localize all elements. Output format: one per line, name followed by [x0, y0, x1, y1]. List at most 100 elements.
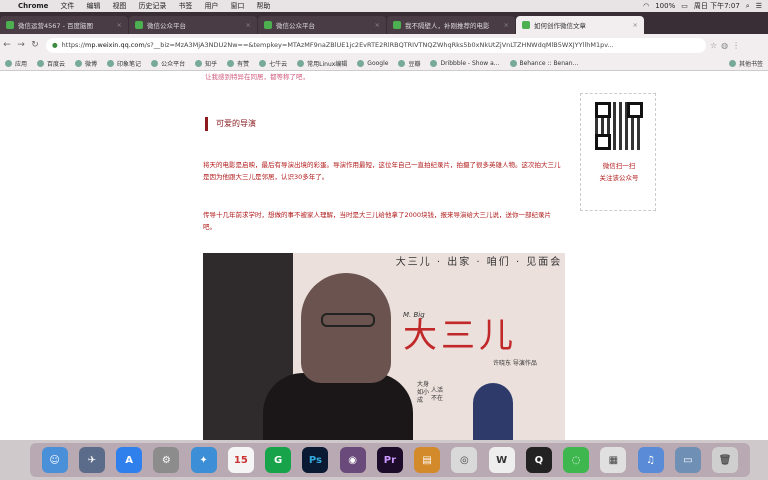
launchpad-icon[interactable]: ✈	[78, 447, 105, 473]
qr-caption-line1: 微信扫一扫	[602, 162, 636, 170]
lock-icon: ●	[52, 41, 58, 49]
bookmark-label: Dribbble - Show a...	[440, 59, 500, 67]
app-store-icon[interactable]: A	[116, 447, 143, 473]
bookmark-favicon-icon	[398, 59, 406, 67]
poster-header-text: 大三儿 · 出家 · 咱们 · 见面会	[395, 257, 563, 268]
poster-figure	[473, 383, 513, 440]
bookmark-favicon-icon	[227, 59, 235, 67]
bookmark-favicon-icon	[37, 59, 45, 67]
bookmark-label: Google	[367, 59, 389, 67]
grammarly-icon[interactable]: G	[265, 447, 292, 473]
menu-bookmarks[interactable]: 书签	[172, 1, 198, 11]
back-icon[interactable]: ←	[0, 40, 14, 50]
poster-vertical-text: 人活不在	[431, 387, 444, 402]
tab-favicon-icon	[135, 21, 143, 29]
url-protocol: https://	[61, 41, 85, 49]
bookmark-mp-platform[interactable]: 公众平台	[146, 59, 190, 68]
bookmark-label: 百度云	[47, 60, 66, 68]
preview-icon[interactable]: ◉	[339, 447, 366, 473]
keynote-icon[interactable]: ▤	[414, 447, 441, 473]
wechat-icon[interactable]: ◌	[563, 447, 590, 473]
menu-bar: Chrome 文件 编辑 视图 历史记录 书签 用户 窗口 帮助 ◠ 100% …	[0, 0, 768, 12]
clock[interactable]: 周日 下午7:07	[694, 1, 740, 11]
folder-icon[interactable]: ▭	[674, 447, 701, 473]
tab-wechat-platform-1[interactable]: 微信公众平台 ×	[129, 16, 257, 34]
bookmark-qiniu[interactable]: 七牛云	[254, 59, 292, 68]
calendar-icon[interactable]: 15	[227, 447, 254, 473]
bookmark-zhihu[interactable]: 知乎	[190, 59, 222, 68]
url-path: /s?__biz=MzA3MjA3NDU2Nw==&tempkey=MTAzMF…	[144, 41, 614, 49]
qq-icon[interactable]: Q	[525, 447, 552, 473]
tab-favicon-icon	[6, 21, 14, 29]
bookmark-label: 有赞	[237, 60, 250, 68]
safari-icon[interactable]: ✦	[190, 447, 217, 473]
apps-icon	[5, 59, 12, 67]
bookmark-behance[interactable]: Behance :: Benan...	[505, 59, 584, 67]
trash-icon[interactable]: 🗑	[712, 447, 739, 473]
tab-baidu-naotu[interactable]: 微信运营4567 - 百度脑图 ×	[0, 16, 128, 34]
photoshop-icon[interactable]: Ps	[302, 447, 329, 473]
tab-wechat-platform-2[interactable]: 微信公众平台 ×	[258, 16, 386, 34]
bookmark-star-icon[interactable]: ☆	[710, 41, 717, 50]
bookmark-google[interactable]: Google	[352, 59, 393, 67]
tab-label: 我不隔壁人，补刚推荐的电影	[405, 22, 490, 30]
bookmark-label: 其他书签	[738, 60, 763, 68]
url-host: mp.weixin.qq.com	[84, 41, 145, 49]
battery-status[interactable]: 100%	[655, 2, 675, 10]
forward-icon[interactable]: →	[14, 40, 28, 50]
menu-view[interactable]: 视图	[106, 1, 132, 11]
qr-caption-line2: 关注该公众号	[599, 174, 639, 182]
bookmark-favicon-icon	[430, 59, 438, 67]
bookmark-baiduyun[interactable]: 百度云	[32, 59, 70, 68]
music-icon[interactable]: ♫	[637, 447, 664, 473]
bookmark-youzan[interactable]: 有赞	[222, 59, 254, 68]
close-icon[interactable]: ×	[633, 21, 638, 29]
search-icon[interactable]: ⌕	[746, 2, 750, 11]
finder-icon[interactable]: ☺	[41, 447, 68, 473]
close-icon[interactable]: ×	[117, 21, 122, 29]
article-paragraph: 传导十几年前求学时，想做的事不被家人理解，当时是大三儿给他拿了2000块钱，报来…	[203, 211, 552, 231]
close-icon[interactable]: ×	[504, 21, 509, 29]
docker-icon[interactable]: ▦	[600, 447, 627, 473]
close-icon[interactable]: ×	[375, 21, 380, 29]
battery-icon[interactable]: ▭	[681, 2, 688, 10]
bookmark-linux[interactable]: 常用Linux编辑	[292, 59, 352, 68]
article-top-fade-text: 让我感到特异在同居，都等称了吧，	[205, 73, 309, 81]
more-menu-icon[interactable]: ⋮	[732, 41, 740, 50]
bookmark-label: 印象笔记	[117, 60, 142, 68]
system-preferences-icon[interactable]: ⚙	[153, 447, 180, 473]
bookmark-dribbble[interactable]: Dribbble - Show a...	[425, 59, 504, 67]
address-bar[interactable]: ● https:// mp.weixin.qq.com /s?__biz=MzA…	[46, 37, 706, 53]
chrome-icon[interactable]: ◎	[451, 447, 478, 473]
photo-person	[301, 273, 391, 383]
menu-window[interactable]: 窗口	[224, 1, 250, 11]
menu-list-icon[interactable]: ☰	[756, 2, 762, 10]
dock: ☺ ✈ A ⚙ ✦ 15 G Ps ◉ Pr ▤ ◎ W Q ◌ ▦ ♫ ▭ 🗑	[30, 443, 750, 477]
bookmark-evernote[interactable]: 印象笔记	[102, 59, 146, 68]
tab-movie-recommend[interactable]: 我不隔壁人，补刚推荐的电影 ×	[387, 16, 515, 34]
menu-edit[interactable]: 编辑	[80, 1, 106, 11]
poster-small-text: M. Big	[403, 311, 425, 319]
premiere-icon[interactable]: Pr	[376, 447, 403, 473]
bookmark-weibo[interactable]: 微博	[70, 59, 102, 68]
reload-icon[interactable]: ↻	[28, 40, 42, 50]
bookmark-douban[interactable]: 豆瓣	[393, 59, 425, 68]
tab-label: 微信公众平台	[276, 22, 315, 30]
bookmark-other[interactable]: 其他书签	[724, 59, 768, 68]
wps-icon[interactable]: W	[488, 447, 515, 473]
menu-help[interactable]: 帮助	[250, 1, 276, 11]
extensions-icon[interactable]: ◍	[721, 41, 728, 50]
menu-history[interactable]: 历史记录	[132, 1, 172, 11]
close-icon[interactable]: ×	[246, 21, 251, 29]
tab-favicon-icon	[393, 21, 401, 29]
menu-people[interactable]: 用户	[198, 1, 224, 11]
menu-app-name[interactable]: Chrome	[16, 2, 54, 10]
bookmark-label: 微博	[85, 60, 98, 68]
wifi-icon[interactable]: ◠	[643, 2, 649, 10]
tab-label: 微信运营4567 - 百度脑图	[18, 22, 94, 30]
menu-file[interactable]: 文件	[54, 1, 80, 11]
bookmark-favicon-icon	[259, 59, 267, 67]
tab-active-article[interactable]: 如何创作微信文章 ×	[516, 16, 644, 34]
folder-icon	[728, 59, 736, 67]
bookmark-apps[interactable]: 应用	[0, 59, 32, 68]
